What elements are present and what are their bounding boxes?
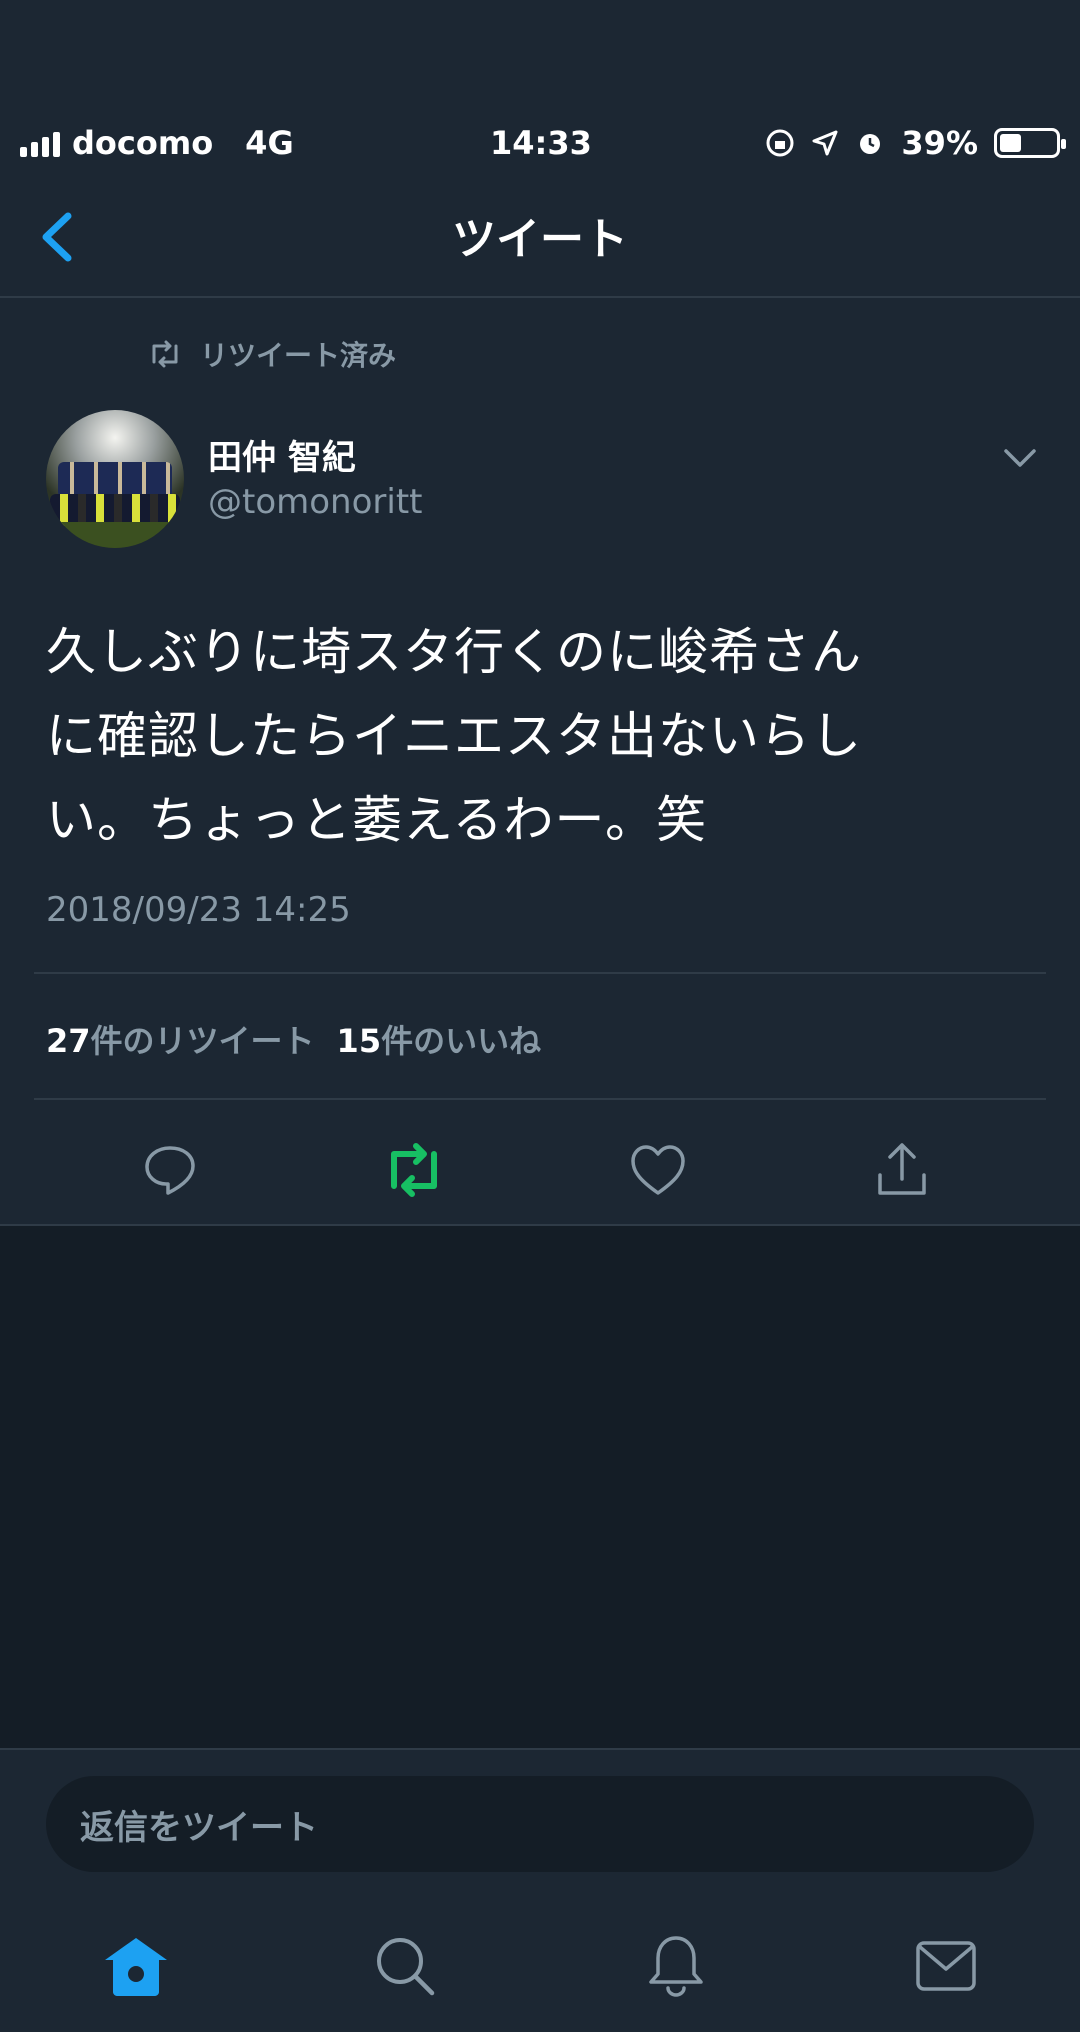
chevron-left-icon (42, 212, 72, 262)
like-count-label: 件のいいね (381, 1022, 542, 1060)
retweeted-label: リツイート済み (200, 339, 397, 372)
retweet-icon (391, 1143, 437, 1197)
share-button[interactable] (870, 1138, 934, 1202)
status-bar: docomo 4G 14:33 39% (0, 112, 1080, 174)
bottom-bar: 返信をツイート (0, 1748, 1080, 2032)
rotation-lock-icon (766, 129, 794, 157)
tab-home[interactable] (96, 1926, 176, 2006)
reply-input[interactable]: 返信をツイート (46, 1776, 1034, 1872)
share-icon (878, 1143, 926, 1195)
retweet-stat[interactable]: 27件のリツイート (46, 1016, 315, 1062)
retweet-icon (152, 340, 178, 368)
tweet-text: 久しぶりに埼スタ行くのに峻希さん に確認したらイニエスタ出ないらし い。ちょっと… (46, 610, 1036, 862)
tweet-detail: リツイート済み 田仲 智紀 @tomonoritt 久しぶりに埼スタ行くのに峻希… (0, 298, 1080, 1226)
like-stat[interactable]: 15件のいいね (337, 1016, 542, 1062)
tab-messages[interactable] (906, 1926, 986, 2006)
like-button[interactable] (626, 1138, 690, 1202)
chevron-down-icon (1004, 449, 1036, 467)
retweet-count: 27 (46, 1022, 91, 1060)
more-options-button[interactable] (1002, 446, 1038, 470)
home-icon (105, 1938, 167, 1996)
tweet-text-line: に確認したらイニエスタ出ないらし (46, 707, 862, 765)
retweet-count-label: 件のリツイート (90, 1022, 315, 1060)
tweet-actions (0, 1132, 1080, 1212)
like-count: 15 (336, 1022, 382, 1060)
tweet-text-line: 久しぶりに埼スタ行くのに峻希さん (46, 623, 862, 681)
author-handle[interactable]: @tomonoritt (208, 482, 423, 522)
retweeted-indicator: リツイート済み (148, 334, 396, 374)
page-title: ツイート (452, 214, 628, 265)
notifications-icon (649, 1936, 703, 1997)
reply-icon (145, 1146, 195, 1195)
author-name[interactable]: 田仲 智紀 (208, 430, 356, 479)
status-left: docomo 4G (20, 124, 294, 162)
status-time: 14:33 (490, 124, 592, 162)
divider (34, 972, 1046, 974)
avatar[interactable] (46, 410, 184, 548)
like-icon (631, 1145, 685, 1195)
messages-icon (916, 1941, 976, 1991)
alarm-icon (860, 134, 881, 154)
back-button[interactable] (38, 212, 78, 262)
signal-icon (20, 129, 60, 157)
tab-search[interactable] (365, 1926, 445, 2006)
tweet-timestamp: 2018/09/23 14:25 (46, 890, 351, 930)
carrier-label: docomo (72, 124, 214, 162)
top-band (0, 0, 1080, 112)
tweet-stats: 27件のリツイート 15件のいいね (46, 1016, 541, 1062)
status-right: 39% (765, 124, 1066, 162)
divider (34, 1098, 1046, 1100)
tweet-text-line: い。ちょっと萎えるわー。笑 (46, 791, 707, 849)
retweet-button[interactable] (382, 1138, 446, 1202)
nav-bar: ツイート (0, 174, 1080, 298)
network-label: 4G (245, 124, 294, 162)
battery-percent: 39% (901, 124, 978, 162)
search-icon (377, 1938, 435, 1996)
tab-notifications[interactable] (636, 1926, 716, 2006)
reply-button[interactable] (138, 1138, 202, 1202)
battery-icon (994, 128, 1066, 158)
location-icon (812, 130, 838, 156)
